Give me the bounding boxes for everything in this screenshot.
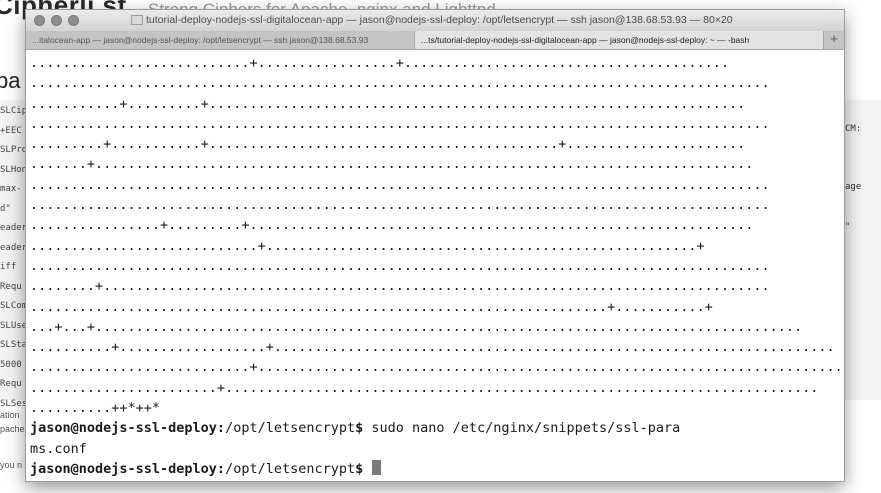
config-code-line: Requ [0, 281, 22, 292]
config-code-line: eader [0, 223, 28, 233]
config-code-line: eader [0, 242, 28, 253]
current-prompt-sigil: $ [355, 460, 364, 477]
prompt-user-host: jason@nodejs-ssl-deploy: [30, 420, 226, 437]
config-code-line: Requ [0, 379, 22, 389]
terminal-text: ...........................+............… [30, 53, 844, 479]
new-tab-button[interactable]: + [823, 31, 844, 49]
close-window-button[interactable] [34, 15, 45, 26]
progress-line: ..........+..................+..........… [30, 339, 835, 356]
terminal-window[interactable]: tutorial-deploy-nodejs-ssl-digitalocean-… [26, 10, 844, 481]
side-code-line: CM: [845, 124, 862, 134]
config-code-line: SLHon [0, 164, 28, 175]
config-code-line: SLCip [0, 106, 28, 116]
tab-ssh-session[interactable]: ...italocean-app — jason@nodejs-ssl-depl… [26, 31, 414, 49]
progress-line: ...+...+................................… [30, 318, 803, 335]
config-code-line: SLCom [0, 301, 28, 311]
config-code-line: iff [0, 262, 17, 272]
terminal-cursor [372, 459, 382, 475]
dhparam-progress-output: ...........................+............… [30, 55, 844, 416]
window-title: tutorial-deploy-nodejs-ssl-digitalocean-… [146, 14, 733, 26]
config-code-line: SLUse [0, 320, 28, 331]
tab-bar: ...italocean-app — jason@nodejs-ssl-depl… [26, 31, 844, 50]
minimize-window-button[interactable] [51, 15, 62, 26]
progress-line: ...........+.........+..................… [30, 95, 746, 112]
tab-bash-session[interactable]: ...ts/tutorial-deploy-nodejs-ssl-digital… [414, 31, 824, 49]
progress-line: .........+...........+..................… [30, 136, 746, 153]
config-code-line: SLSta [0, 340, 28, 350]
command-wrap: ms.conf [30, 440, 87, 457]
progress-line: ........................................… [30, 197, 770, 214]
progress-line: ...........................+............… [30, 359, 844, 376]
folder-icon [131, 15, 143, 25]
side-code-line: age [845, 182, 862, 192]
progress-line: ...........................+............… [30, 55, 729, 71]
progress-line: ........................................… [30, 75, 770, 92]
side-code-box [840, 100, 881, 400]
config-code-line: SLSes [0, 398, 28, 409]
current-prompt-path: /opt/letsencrypt [225, 460, 356, 477]
progress-line: .......+................................… [30, 156, 754, 173]
config-code-line: 5000 [0, 359, 22, 370]
current-prompt-user-host: jason@nodejs-ssl-deploy: [30, 460, 226, 477]
progress-line: ........................................… [30, 298, 713, 315]
page-note: you n [0, 460, 23, 470]
zoom-window-button[interactable] [68, 15, 79, 26]
side-code-line: " [845, 222, 851, 232]
page-note: pache [0, 424, 25, 434]
config-code-line: SLPro [0, 145, 28, 155]
config-code-line: +EEC [0, 125, 22, 136]
prompt-path: /opt/letsencrypt [225, 420, 356, 437]
progress-line: ........................................… [30, 176, 770, 193]
section-heading: pa [0, 68, 21, 93]
tab-label: ...italocean-app — jason@nodejs-ssl-depl… [32, 35, 369, 45]
progress-line: ........................................… [30, 257, 770, 274]
progress-line: ................+.........+.............… [30, 217, 754, 234]
terminal-output[interactable]: ...........................+............… [26, 50, 844, 481]
progress-line: ........+...............................… [30, 278, 770, 295]
progress-line: ........................................… [30, 115, 770, 132]
page-note: ation [0, 410, 20, 420]
config-code-line: max- [0, 184, 22, 194]
progress-line: ..........++*++* [30, 400, 161, 417]
title-bar[interactable]: tutorial-deploy-nodejs-ssl-digitalocean-… [26, 10, 844, 32]
config-code-line: d" [0, 203, 11, 214]
progress-line: .......................+................… [30, 379, 819, 396]
progress-line: ............................+...........… [30, 237, 705, 254]
command-text: sudo nano /etc/nginx/snippets/ssl-para [363, 420, 681, 437]
tab-label: ...ts/tutorial-deploy-nodejs-ssl-digital… [421, 35, 750, 45]
